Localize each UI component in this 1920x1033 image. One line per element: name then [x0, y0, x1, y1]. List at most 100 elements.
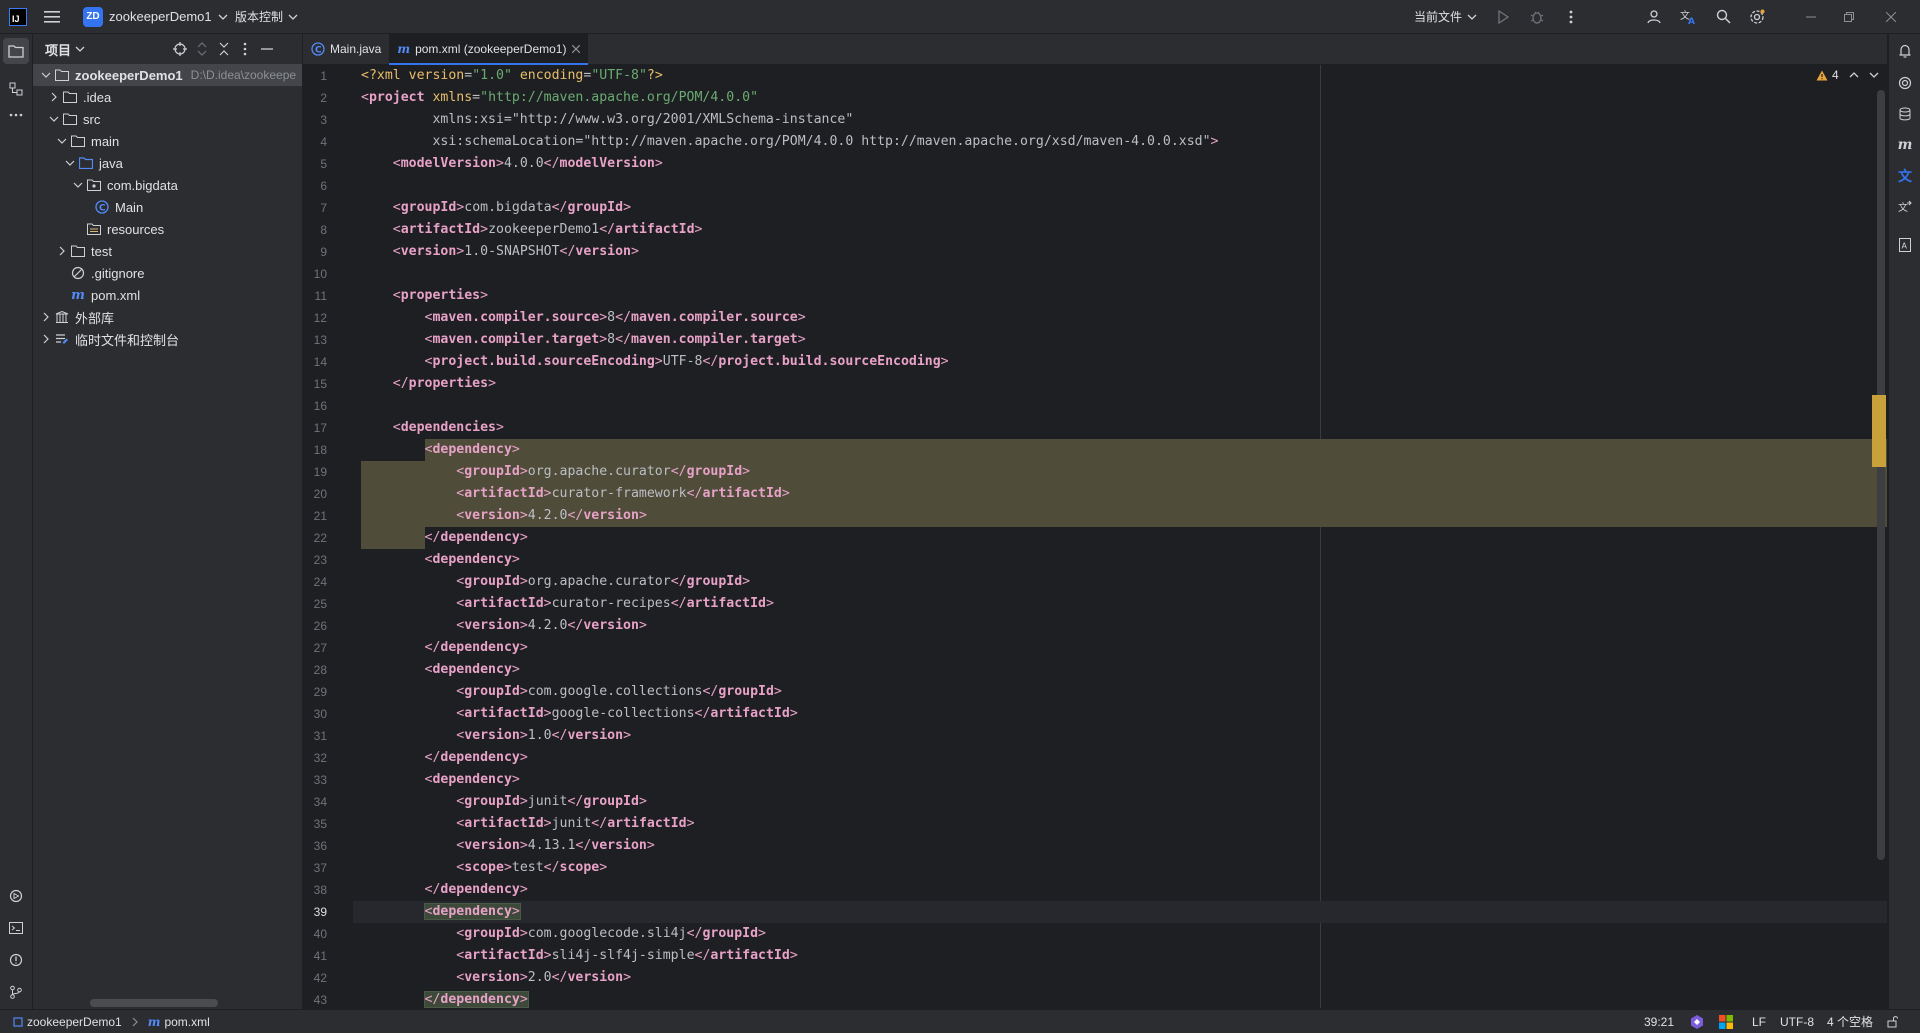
encoding-selector[interactable]: UTF-8 — [1780, 1010, 1814, 1033]
chevron-right-icon[interactable] — [47, 92, 61, 102]
debug-button[interactable] — [1524, 4, 1550, 30]
close-tab-icon[interactable] — [572, 45, 581, 53]
line-number[interactable]: 16 — [303, 395, 327, 417]
chevron-right-icon[interactable] — [39, 334, 53, 344]
project-view-selector[interactable]: 项目 — [45, 34, 85, 64]
line-number[interactable]: 39 — [303, 901, 327, 923]
line-number[interactable]: 1 — [303, 65, 327, 87]
code-line[interactable]: <version>4.2.0</version> — [361, 505, 647, 527]
line-number[interactable]: 19 — [303, 461, 327, 483]
settings-button[interactable] — [1744, 4, 1770, 30]
search-everywhere-button[interactable] — [1710, 4, 1736, 30]
code-line[interactable]: <version>4.13.1</version> — [361, 835, 655, 857]
code-line[interactable]: xsi:schemaLocation="http://maven.apache.… — [361, 131, 1218, 153]
next-highlight-icon[interactable] — [1869, 70, 1879, 80]
project-tool-button[interactable] — [3, 38, 29, 64]
structure-tool-button[interactable] — [3, 76, 29, 102]
tree-item[interactable]: com.bigdata — [33, 174, 302, 196]
line-number[interactable]: 28 — [303, 659, 327, 681]
tab-pom-xml[interactable]: m pom.xml (zookeeperDemo1) — [389, 34, 589, 65]
chevron-down-icon[interactable] — [39, 71, 53, 79]
line-number[interactable]: 24 — [303, 571, 327, 593]
code-line[interactable]: </dependency> — [361, 747, 528, 769]
tree-item[interactable]: zookeeperDemo1 D:\D.idea\zookeepe — [33, 64, 302, 86]
line-number[interactable]: 2 — [303, 87, 327, 109]
code-with-me-button[interactable] — [1642, 4, 1668, 30]
code-line[interactable]: <dependency> — [361, 901, 521, 923]
more-tools-button[interactable] — [3, 102, 29, 128]
line-number[interactable]: 23 — [303, 549, 327, 571]
line-number[interactable]: 3 — [303, 109, 327, 131]
tree-item[interactable]: .idea — [33, 86, 302, 108]
code-line[interactable]: <version>1.0</version> — [361, 725, 631, 747]
database-tool-button[interactable] — [1892, 101, 1918, 127]
services-tool-button[interactable] — [3, 883, 29, 909]
line-ending-selector[interactable]: LF — [1752, 1010, 1766, 1033]
hide-panel-button[interactable] — [254, 36, 280, 62]
tree-item[interactable]: .gitignore — [33, 262, 302, 284]
line-number[interactable]: 7 — [303, 197, 327, 219]
line-number[interactable]: 6 — [303, 175, 327, 197]
line-number[interactable]: 32 — [303, 747, 327, 769]
chevron-down-icon[interactable] — [47, 115, 61, 123]
code-line[interactable]: xmlns:xsi="http://www.w3.org/2001/XMLSch… — [361, 109, 853, 131]
line-number[interactable]: 8 — [303, 219, 327, 241]
inspection-widget[interactable]: 4 — [1816, 68, 1879, 82]
line-number[interactable]: 21 — [303, 505, 327, 527]
code-line[interactable]: <groupId>org.apache.curator</groupId> — [361, 571, 750, 593]
line-number[interactable]: 22 — [303, 527, 327, 549]
code-line[interactable]: <modelVersion>4.0.0</modelVersion> — [361, 153, 663, 175]
chevron-down-icon[interactable] — [71, 181, 85, 189]
code-line[interactable]: <?xml version="1.0" encoding="UTF-8"?> — [361, 65, 663, 87]
code-line[interactable]: <artifactId>curator-recipes</artifactId> — [361, 593, 774, 615]
line-number[interactable]: 34 — [303, 791, 327, 813]
code-line[interactable]: <artifactId>google-collections</artifact… — [361, 703, 797, 725]
readonly-toggle[interactable] — [1887, 1010, 1899, 1033]
line-number[interactable]: 41 — [303, 945, 327, 967]
line-number[interactable]: 38 — [303, 879, 327, 901]
code-line[interactable]: </dependency> — [361, 989, 529, 1008]
code-line[interactable]: </dependency> — [361, 637, 528, 659]
tree-item[interactable]: test — [33, 240, 302, 262]
code-line[interactable]: </dependency> — [361, 527, 528, 549]
app-logo[interactable]: IJ — [9, 0, 27, 33]
chevron-right-icon[interactable] — [55, 246, 69, 256]
project-switcher[interactable]: ZD zookeeperDemo1 — [83, 0, 228, 33]
word-book-button[interactable]: A — [1892, 232, 1918, 258]
terminal-tool-button[interactable] — [3, 915, 29, 941]
code-editor[interactable]: <?xml version="1.0" encoding="UTF-8"?> <p… — [353, 65, 1887, 1008]
code-line[interactable]: <project.build.sourceEncoding>UTF-8</pro… — [361, 351, 949, 373]
code-line[interactable]: <groupId>com.google.collections</groupId… — [361, 681, 782, 703]
code-line[interactable]: <scope>test</scope> — [361, 857, 607, 879]
restore-button[interactable] — [1826, 4, 1872, 30]
code-line[interactable]: <project xmlns="http://maven.apache.org/… — [361, 87, 758, 109]
code-line[interactable]: <maven.compiler.source>8</maven.compiler… — [361, 307, 806, 329]
line-number[interactable]: 13 — [303, 329, 327, 351]
code-line[interactable]: <dependency> — [361, 549, 520, 571]
code-line[interactable]: <dependency> — [361, 439, 520, 461]
indent-selector[interactable]: 4 个空格 — [1827, 1010, 1873, 1033]
project-horizontal-scrollbar[interactable] — [90, 999, 218, 1007]
git-tool-button[interactable] — [3, 979, 29, 1005]
chevron-down-icon[interactable] — [63, 159, 77, 167]
line-number[interactable]: 17 — [303, 417, 327, 439]
chevron-down-icon[interactable] — [55, 137, 69, 145]
line-number[interactable]: 35 — [303, 813, 327, 835]
code-line[interactable]: <dependencies> — [361, 417, 504, 439]
line-number[interactable]: 31 — [303, 725, 327, 747]
code-line[interactable]: </dependency> — [361, 879, 528, 901]
code-line[interactable]: <groupId>com.bigdata</groupId> — [361, 197, 631, 219]
line-number[interactable]: 5 — [303, 153, 327, 175]
code-line[interactable]: <groupId>org.apache.curator</groupId> — [361, 461, 750, 483]
ai-assistant-button[interactable] — [1892, 70, 1918, 96]
code-line[interactable]: <artifactId>sli4j-slf4j-simple</artifact… — [361, 945, 797, 967]
line-number[interactable]: 4 — [303, 131, 327, 153]
editor-vertical-scrollbar[interactable] — [1877, 90, 1885, 860]
translation-replace-button[interactable]: 文 — [1892, 194, 1918, 220]
code-line[interactable]: <groupId>com.googlecode.sli4j</groupId> — [361, 923, 766, 945]
vcs-menu[interactable]: 版本控制 — [235, 0, 298, 33]
code-line[interactable]: <dependency> — [361, 769, 520, 791]
tree-item[interactable]: m pom.xml — [33, 284, 302, 306]
tree-item[interactable]: src — [33, 108, 302, 130]
line-number[interactable]: 11 — [303, 285, 327, 307]
